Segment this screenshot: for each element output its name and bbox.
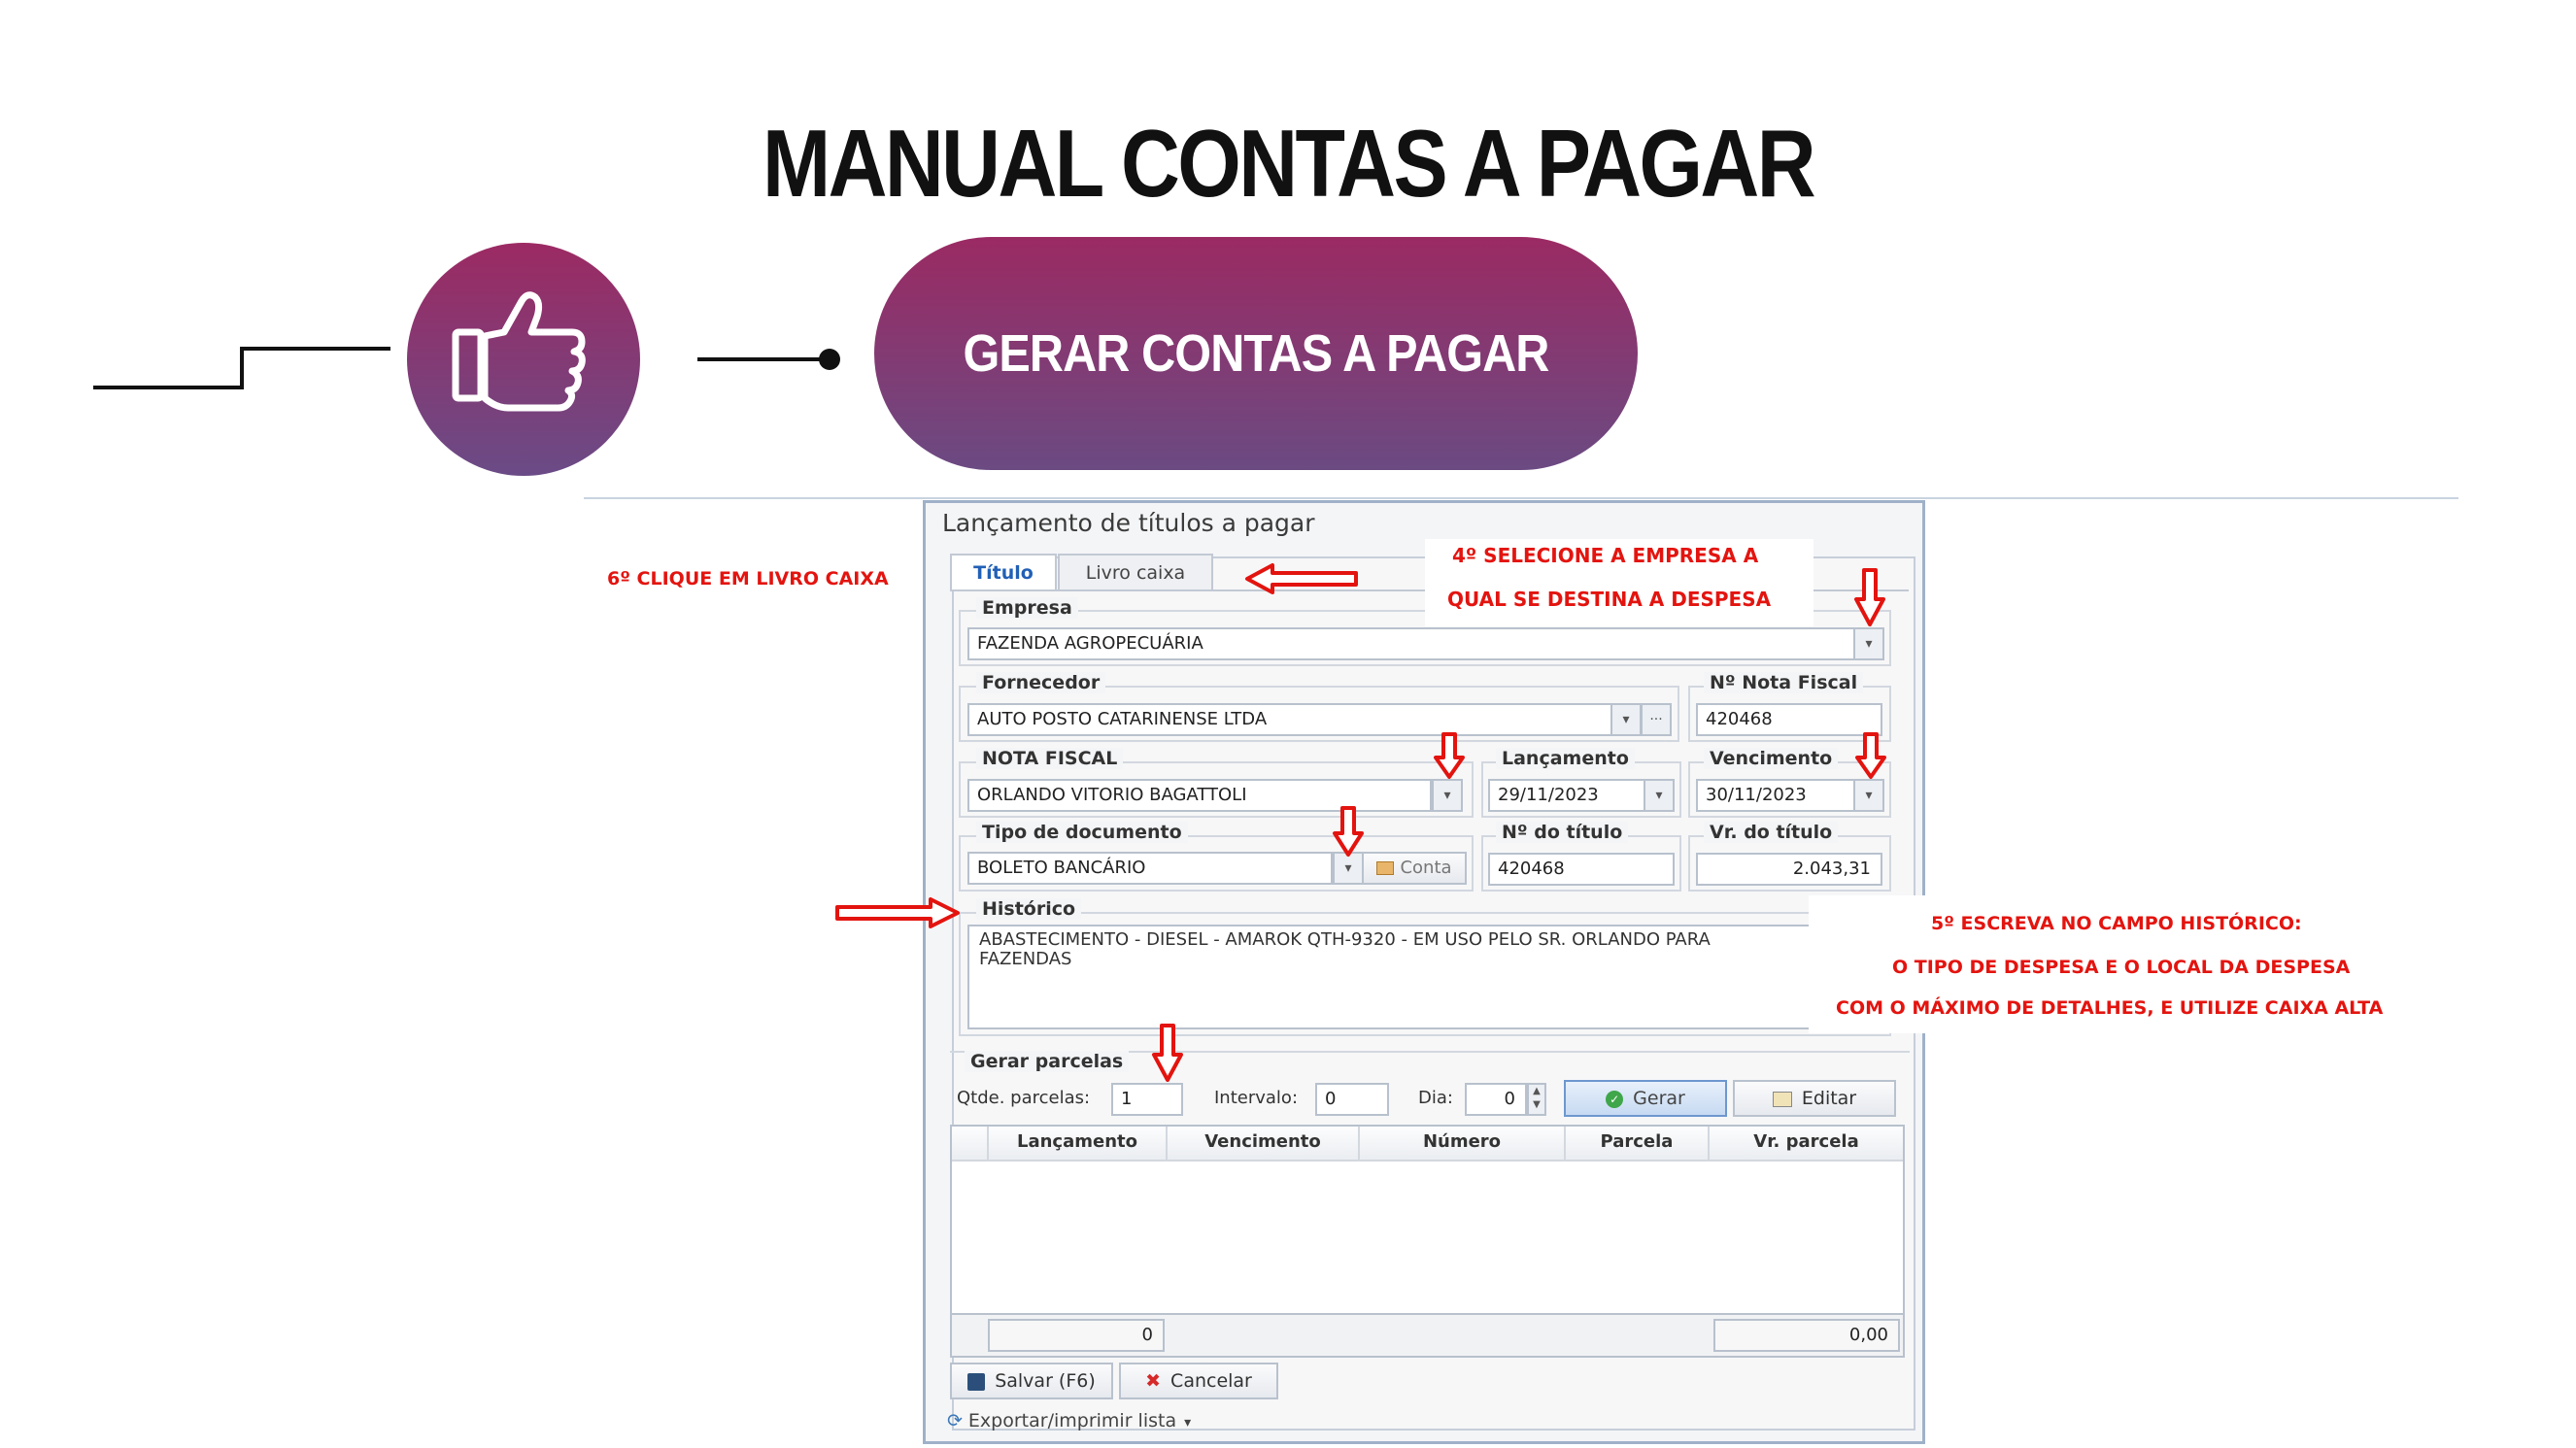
annotation-step4-line1: 4º SELECIONE A EMPRESA A bbox=[1452, 544, 1759, 567]
vr-titulo-label: Vr. do título bbox=[1704, 822, 1839, 843]
chevron-down-icon[interactable]: ▾ bbox=[1610, 703, 1642, 736]
column-header[interactable]: Número bbox=[1360, 1127, 1566, 1160]
cancel-button-label: Cancelar bbox=[1170, 1370, 1252, 1392]
tipo-documento-label: Tipo de documento bbox=[976, 822, 1188, 843]
historico-text: ABASTECIMENTO - DIESEL - AMAROK QTH-9320… bbox=[979, 929, 1711, 969]
chevron-down-icon[interactable]: ▾ bbox=[1853, 627, 1884, 660]
annotation-step5-line3: COM O MÁXIMO DE DETALHES, E UTILIZE CAIX… bbox=[1836, 997, 2384, 1019]
intervalo-input[interactable]: 0 bbox=[1315, 1083, 1389, 1116]
gerar-button[interactable]: ✓ Gerar bbox=[1564, 1080, 1727, 1117]
step-pill: GERAR CONTAS A PAGAR bbox=[874, 237, 1638, 470]
step-icon-circle bbox=[407, 243, 640, 476]
chevron-down-icon[interactable]: ▾ bbox=[1644, 779, 1675, 812]
vr-titulo-input[interactable]: 2.043,31 bbox=[1696, 853, 1882, 886]
arrow-down-icon bbox=[1434, 732, 1465, 779]
dia-input[interactable]: 0 bbox=[1465, 1083, 1527, 1116]
column-indicator bbox=[952, 1127, 989, 1160]
lancamento-label: Lançamento bbox=[1496, 748, 1635, 769]
nota-fiscal-num-label: Nº Nota Fiscal bbox=[1704, 672, 1864, 693]
chevron-down-icon[interactable]: ▾ bbox=[1853, 779, 1884, 812]
num-titulo-input[interactable]: 420468 bbox=[1488, 853, 1675, 886]
thumbs-up-icon bbox=[452, 291, 586, 412]
intervalo-label: Intervalo: bbox=[1214, 1088, 1299, 1108]
fornecedor-select[interactable]: AUTO POSTO CATARINENSE LTDA bbox=[967, 703, 1612, 736]
conta-button-label: Conta bbox=[1400, 858, 1452, 878]
qtde-parcelas-input[interactable]: 1 bbox=[1111, 1083, 1183, 1116]
dia-label: Dia: bbox=[1418, 1088, 1453, 1108]
save-button[interactable]: Salvar (F6) bbox=[950, 1363, 1113, 1399]
arrow-left-icon bbox=[1245, 563, 1358, 594]
num-titulo-label: Nº do título bbox=[1496, 822, 1629, 843]
export-link-label: Exportar/imprimir lista bbox=[967, 1410, 1177, 1431]
cancel-button[interactable]: ✖ Cancelar bbox=[1119, 1363, 1278, 1399]
check-icon: ✓ bbox=[1606, 1090, 1624, 1108]
arrow-down-icon bbox=[1855, 732, 1886, 779]
more-options-button[interactable]: ··· bbox=[1641, 703, 1672, 736]
floppy-disk-icon bbox=[967, 1372, 986, 1391]
connector-line bbox=[93, 386, 243, 389]
pencil-icon bbox=[1772, 1091, 1792, 1107]
tipo-documento-select[interactable]: BOLETO BANCÁRIO bbox=[967, 852, 1333, 885]
qtde-parcelas-label: Qtde. parcelas: bbox=[957, 1088, 1091, 1108]
annotation-step5-line1: 5º ESCREVA NO CAMPO HISTÓRICO: bbox=[1931, 913, 2302, 934]
export-link[interactable]: ⟳ Exportar/imprimir lista ▾ bbox=[947, 1410, 1191, 1431]
divider bbox=[584, 497, 2458, 499]
editar-button-label: Editar bbox=[1801, 1088, 1857, 1109]
annotation-step6: 6º CLIQUE EM LIVRO CAIXA bbox=[607, 568, 889, 589]
column-header[interactable]: Vr. parcela bbox=[1710, 1127, 1903, 1160]
arrow-down-icon bbox=[1854, 568, 1885, 626]
annotation-step4-line2: QUAL SE DESTINA A DESPESA bbox=[1447, 588, 1772, 611]
column-header[interactable]: Lançamento bbox=[989, 1127, 1168, 1160]
arrow-down-icon bbox=[1333, 806, 1364, 857]
gerar-button-label: Gerar bbox=[1633, 1088, 1685, 1109]
page-title: MANUAL CONTAS A PAGAR bbox=[762, 110, 1816, 217]
editar-button[interactable]: Editar bbox=[1733, 1080, 1896, 1117]
column-header[interactable]: Parcela bbox=[1566, 1127, 1710, 1160]
export-icon: ⟳ bbox=[947, 1410, 963, 1431]
footer-total: 0,00 bbox=[1713, 1319, 1900, 1352]
chevron-down-icon[interactable]: ▾ bbox=[1432, 779, 1463, 812]
connector-line bbox=[240, 347, 244, 389]
table-header: Lançamento Vencimento Número Parcela Vr.… bbox=[952, 1127, 1903, 1162]
close-icon: ✖ bbox=[1145, 1370, 1162, 1392]
empresa-select[interactable]: FAZENDA AGROPECUÁRIA bbox=[967, 627, 1859, 660]
tab-livro-caixa[interactable]: Livro caixa bbox=[1058, 554, 1213, 590]
vencimento-label: Vencimento bbox=[1704, 748, 1839, 769]
footer-count: 0 bbox=[988, 1319, 1165, 1352]
annotation-step5-line2: O TIPO DE DESPESA E O LOCAL DA DESPESA bbox=[1892, 957, 2351, 978]
nota-fiscal-label: NOTA FISCAL bbox=[976, 748, 1124, 769]
tab-titulo[interactable]: Título bbox=[950, 554, 1057, 590]
connector-line bbox=[697, 357, 824, 361]
window-title: Lançamento de títulos a pagar bbox=[942, 509, 1315, 537]
vencimento-date[interactable]: 30/11/2023 bbox=[1696, 779, 1855, 812]
conta-button[interactable]: Conta bbox=[1362, 852, 1467, 885]
arrow-down-icon bbox=[1152, 1024, 1183, 1082]
connector-dot bbox=[819, 349, 840, 370]
connector-line bbox=[240, 347, 390, 351]
step-label: GERAR CONTAS A PAGAR bbox=[963, 324, 1549, 383]
empresa-label: Empresa bbox=[976, 597, 1078, 619]
edit-icon bbox=[1376, 861, 1395, 875]
column-header[interactable]: Vencimento bbox=[1168, 1127, 1360, 1160]
arrow-right-icon bbox=[835, 897, 960, 928]
historico-textarea[interactable]: ABASTECIMENTO - DIESEL - AMAROK QTH-9320… bbox=[967, 925, 1882, 1029]
fornecedor-label: Fornecedor bbox=[976, 672, 1106, 693]
save-button-label: Salvar (F6) bbox=[995, 1370, 1096, 1392]
lancamento-date[interactable]: 29/11/2023 bbox=[1488, 779, 1645, 812]
chevron-down-icon: ▾ bbox=[1184, 1415, 1192, 1431]
historico-label: Histórico bbox=[976, 898, 1082, 920]
parcelas-label: Gerar parcelas bbox=[965, 1051, 1130, 1072]
dia-spinner[interactable]: ▲ ▼ bbox=[1527, 1083, 1546, 1116]
